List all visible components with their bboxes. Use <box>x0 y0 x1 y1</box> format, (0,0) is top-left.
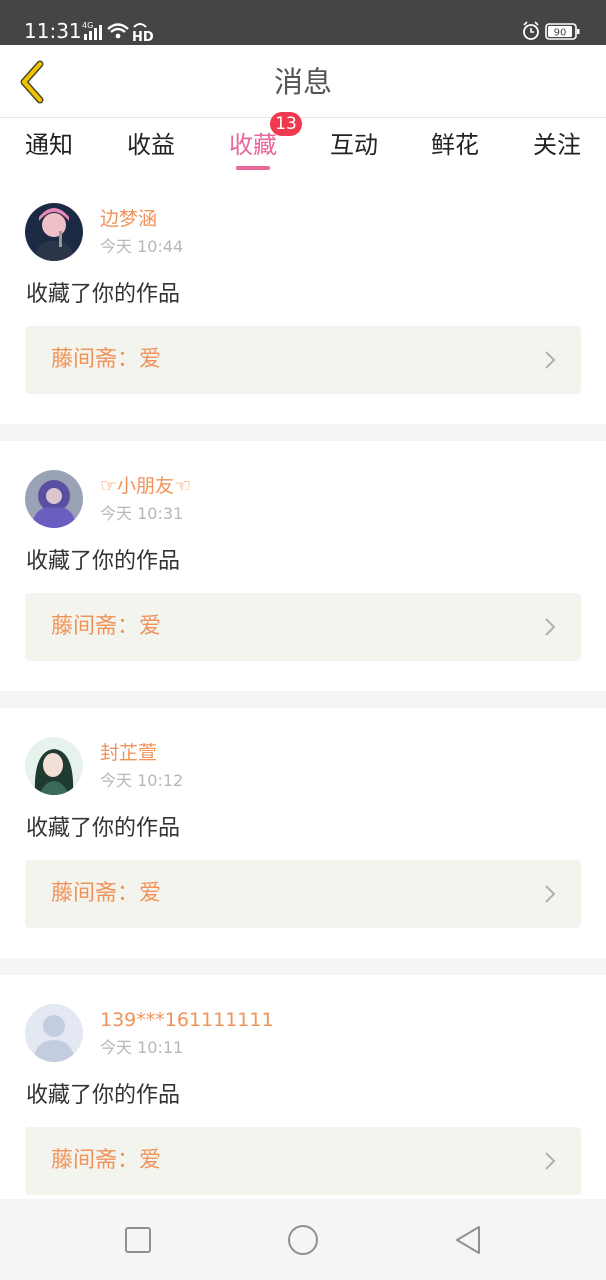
signal-wifi-icons: 4G HD <box>82 21 154 42</box>
chevron-right-icon <box>545 1152 556 1170</box>
chevron-right-icon <box>545 351 556 369</box>
divider <box>0 958 606 975</box>
avatar[interactable] <box>25 470 83 528</box>
network-type-label: 4G <box>82 21 93 30</box>
work-link[interactable]: 藤间斋：爱 <box>25 593 581 661</box>
message-text: 收藏了你的作品 <box>26 816 181 841</box>
hd-label: HD <box>132 30 154 42</box>
work-link[interactable]: 藤间斋：爱 <box>25 326 581 394</box>
message-time: 今天 10:31 <box>100 504 184 523</box>
user-name[interactable]: 边梦涵 <box>100 206 157 232</box>
chevron-right-icon <box>545 618 556 636</box>
favorites-count-badge: 13 <box>270 112 302 136</box>
user-name[interactable]: 139***161111111 <box>100 1007 274 1033</box>
message-text: 收藏了你的作品 <box>26 282 181 307</box>
message-time: 今天 10:12 <box>100 771 184 790</box>
tab-interactions[interactable]: 互动 <box>314 128 394 162</box>
message-list: 边梦涵 今天 10:44 收藏了你的作品 藤间斋：爱 ☞小朋友☜ 今天 10:3… <box>0 174 606 1242</box>
header: 消息 <box>0 45 606 118</box>
message-text: 收藏了你的作品 <box>26 549 181 574</box>
message-card: ☞小朋友☜ 今天 10:31 收藏了你的作品 藤间斋：爱 <box>0 441 606 691</box>
status-bar: 11:31 4G HD 90 <box>0 0 606 45</box>
active-tab-indicator <box>236 166 270 170</box>
status-time: 11:31 <box>24 19 82 43</box>
message-time: 今天 10:44 <box>100 237 184 256</box>
tab-earnings[interactable]: 收益 <box>111 128 191 162</box>
work-link[interactable]: 藤间斋：爱 <box>25 1127 581 1195</box>
back-nav-button[interactable] <box>452 1223 486 1257</box>
work-title: 藤间斋：爱 <box>51 347 162 372</box>
message-card: 139***161111111 今天 10:11 收藏了你的作品 藤间斋：爱 <box>0 975 606 1225</box>
work-title: 藤间斋：爱 <box>51 1148 162 1173</box>
user-name[interactable]: ☞小朋友☜ <box>100 473 191 499</box>
divider <box>0 424 606 441</box>
avatar[interactable] <box>25 737 83 795</box>
message-card: 封芷萱 今天 10:12 收藏了你的作品 藤间斋：爱 <box>0 708 606 958</box>
work-title: 藤间斋：爱 <box>51 614 162 639</box>
message-card: 边梦涵 今天 10:44 收藏了你的作品 藤间斋：爱 <box>0 174 606 424</box>
work-title: 藤间斋：爱 <box>51 881 162 906</box>
alarm-battery-icons: 90 <box>523 21 580 40</box>
work-link[interactable]: 藤间斋：爱 <box>25 860 581 928</box>
recent-apps-button[interactable] <box>121 1223 155 1257</box>
tab-bar: 通知 收益 收藏 互动 鲜花 关注 <box>0 118 606 174</box>
message-text: 收藏了你的作品 <box>26 1083 181 1108</box>
tab-follows[interactable]: 关注 <box>517 128 597 162</box>
avatar[interactable] <box>25 203 83 261</box>
user-name[interactable]: 封芷萱 <box>100 740 157 766</box>
tab-flowers[interactable]: 鲜花 <box>415 128 495 162</box>
battery-level-label: 90 <box>554 28 567 39</box>
divider <box>0 691 606 708</box>
system-nav-bar <box>0 1199 606 1280</box>
message-time: 今天 10:11 <box>100 1038 184 1057</box>
page-title: 消息 <box>273 65 332 99</box>
default-avatar-icon[interactable] <box>25 1004 83 1062</box>
home-button[interactable] <box>286 1223 320 1257</box>
chevron-right-icon <box>545 885 556 903</box>
tab-notifications[interactable]: 通知 <box>9 128 89 162</box>
